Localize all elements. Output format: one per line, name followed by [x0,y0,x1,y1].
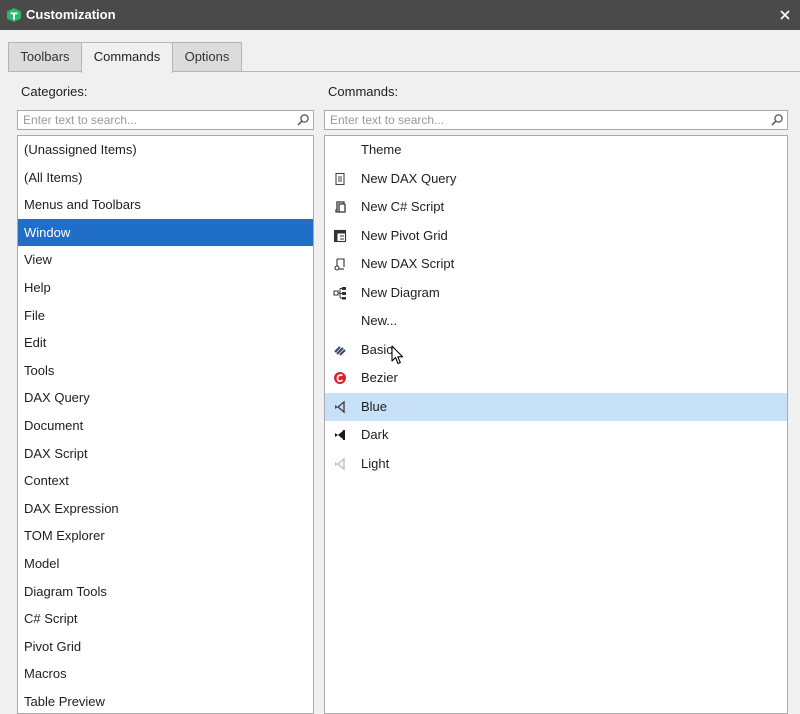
command-item[interactable]: New DAX Query [325,165,787,194]
window-title: Customization [26,7,116,22]
tab-toolbars[interactable]: Toolbars [8,42,82,71]
close-button[interactable] [770,0,800,30]
search-icon[interactable] [296,113,310,127]
basic-theme-icon [334,345,346,356]
category-item[interactable]: Document [18,412,313,440]
category-item[interactable]: DAX Script [18,440,313,468]
vs-dark-icon [335,430,345,440]
vs-light-icon [335,457,345,470]
category-item[interactable]: C# Script [18,605,313,633]
category-item[interactable]: Edit [18,329,313,357]
category-item[interactable]: TOM Explorer [18,522,313,550]
command-label: Blue [361,398,388,414]
bezier-theme-icon [334,372,346,384]
category-item[interactable]: Pivot Grid [18,633,313,661]
commands-label: Commands: [328,84,399,99]
category-item[interactable]: Table Preview [18,688,313,713]
command-label: Basic [361,341,393,357]
command-label: Theme [361,142,402,157]
command-item[interactable]: Basic [325,336,787,365]
command-item[interactable]: Theme [325,136,787,165]
categories-search-box [17,110,314,130]
category-item[interactable]: DAX Expression [18,495,313,523]
diagram-icon [333,286,346,299]
command-item[interactable]: New Diagram [325,279,787,308]
category-item[interactable]: Diagram Tools [18,578,313,606]
category-item[interactable]: Model [18,550,313,578]
category-item[interactable]: Menus and Toolbars [18,191,313,219]
app-logo-icon [7,8,21,22]
category-item[interactable]: File [18,302,313,330]
category-item[interactable]: Macros [18,660,313,688]
script-icon [335,201,346,213]
commands-search-input[interactable] [325,111,768,129]
vs-blue-icon [335,400,345,413]
close-icon [780,10,790,20]
tab-options[interactable]: Options [172,42,242,71]
categories-search-input[interactable] [18,111,294,129]
command-item[interactable]: New C# Script [325,193,787,222]
category-item[interactable]: View [18,246,313,274]
commands-list[interactable]: Theme New DAX Query New C# Script New Pivot… [324,135,788,714]
command-item[interactable]: New... [325,307,787,336]
command-item[interactable]: Blue [325,392,787,421]
categories-label: Categories: [21,84,88,99]
pivot-grid-icon [333,229,347,242]
commands-search-box [324,110,788,130]
document-icon [335,172,345,185]
command-label: New C# Script [361,199,445,214]
command-label: New Diagram [361,284,440,300]
category-item[interactable]: (All Items) [18,164,313,192]
command-label: New... [361,313,398,328]
command-label: New Pivot Grid [361,227,448,243]
command-item[interactable]: Dark [325,421,787,450]
command-label: New DAX Query [361,170,457,186]
category-item[interactable]: DAX Query [18,384,313,412]
category-item[interactable]: Context [18,467,313,495]
command-item[interactable]: Light [325,450,787,479]
tab-commands[interactable]: Commands [81,42,173,73]
command-label: New DAX Script [361,256,455,271]
title-bar: Customization [0,0,800,30]
search-icon[interactable] [770,113,784,127]
command-item[interactable]: Bezier [325,364,787,393]
command-item[interactable]: New DAX Script [325,250,787,279]
categories-list[interactable]: (Unassigned Items) (All Items) Menus and T… [17,135,314,714]
command-label: Light [361,455,390,471]
command-label: Bezier [361,370,398,385]
category-item[interactable]: (Unassigned Items) [18,136,313,164]
category-item[interactable]: Tools [18,357,313,385]
category-item[interactable]: Help [18,274,313,302]
category-item[interactable]: Window [18,218,313,247]
command-item[interactable]: New Pivot Grid [325,222,787,251]
command-label: Dark [361,427,389,442]
dax-script-icon [334,258,345,271]
